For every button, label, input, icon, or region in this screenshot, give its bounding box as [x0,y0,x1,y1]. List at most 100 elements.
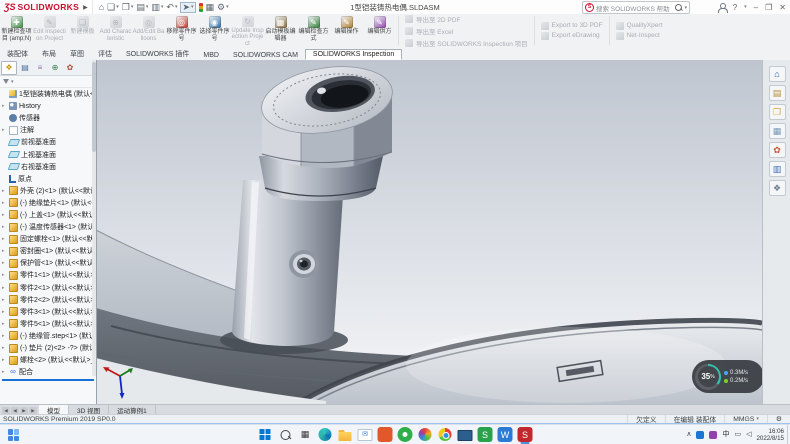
select-balloons-button[interactable]: ◉选择零件序号 [198,14,231,47]
print-icon[interactable]: ▥▾ [151,3,163,12]
tree-item[interactable]: 右视基准面 [0,161,96,173]
expand-arrow-icon[interactable]: ▸ [2,285,7,291]
dropdown-caret-icon[interactable]: ▾ [146,3,149,12]
help-button[interactable]: ? [733,3,737,12]
app-orange-icon[interactable] [378,427,393,442]
expand-arrow-icon[interactable]: ▸ [2,236,7,242]
expand-arrow-icon[interactable]: ▸ [2,103,7,109]
tree-item[interactable]: ▸(-) 绝缘管.step<1> (默认<<默认> [0,330,96,342]
tree-item[interactable]: ▸(-) 上盖<1> (默认<<默认>_显示状 [0,209,96,221]
onedrive-icon[interactable] [696,431,704,439]
edit-operations-button[interactable]: ✎编辑操作 [330,14,363,47]
tree-item[interactable]: 1型铠装铸热电偶 (默认<默认_显示状态-1 [0,88,96,100]
options-icon[interactable]: ⚙▾ [217,3,229,12]
tree-filter-row[interactable]: ▾ [0,76,96,88]
save-icon[interactable]: ▤▾ [136,3,148,12]
display-manager-tab[interactable]: ✿ [63,62,77,74]
tree-item[interactable]: 原点 [0,173,96,185]
hidden-icons-chevron[interactable]: ∧ [686,431,691,439]
tab-scroll-arrow-icon[interactable]: ▶ [20,407,28,414]
remote-monitor-icon[interactable] [458,427,473,442]
filter-caret-icon[interactable]: ▾ [11,79,14,85]
tab-scroll-arrow-icon[interactable]: ▶ [29,407,37,414]
design-library-tab[interactable]: ▤ [769,85,786,101]
tab-草图[interactable]: 草图 [63,48,91,60]
dropdown-caret-icon[interactable]: ▾ [175,3,178,12]
expand-arrow-icon[interactable]: ▸ [2,297,7,303]
security-icon[interactable] [709,431,717,439]
dropdown-caret-icon[interactable]: ▾ [191,3,194,12]
search-caret-icon[interactable]: ▾ [684,5,687,11]
volume-icon[interactable]: ◁ [746,431,751,439]
dropdown-caret-icon[interactable]: ▾ [131,3,134,12]
wps-sheets-icon[interactable]: S [478,427,493,442]
recorder-stats-overlay[interactable]: 35% 0.3M/s 0.2M/s [692,360,762,393]
chrome-icon[interactable] [438,427,453,442]
widgets-button[interactable] [8,429,20,441]
remove-balloons-button[interactable]: ◎移除零件序号 [165,14,198,47]
expand-arrow-icon[interactable]: ▸ [2,309,7,315]
tab-装配体[interactable]: 装配体 [0,48,35,60]
tree-item[interactable]: ▸密封圈<1> (默认<<默认>_显示状 [0,245,96,257]
expand-arrow-icon[interactable]: ▸ [2,357,7,363]
tree-scrollbar[interactable] [92,60,96,376]
propertymanager-tab[interactable]: ▤ [18,62,32,74]
browser-360-icon[interactable] [418,427,433,442]
rollback-bar[interactable] [2,379,94,381]
open-icon[interactable]: ❒▾ [122,3,134,12]
expand-arrow-icon[interactable]: ▸ [2,188,7,194]
tree-item[interactable]: ▸螺栓<2> (默认<<默认>_显示状态 [0,354,96,366]
tab-solidworks-inspection[interactable]: SOLIDWORKS Inspection [305,49,402,60]
tree-item[interactable]: ▸零件3<1> (默认<<默认>_显示状 [0,306,96,318]
expand-arrow-icon[interactable]: ▸ [2,345,7,351]
task-view-button[interactable]: ▦ [298,427,313,442]
file-explorer-tab[interactable]: ❒ [769,104,786,120]
tree-item[interactable]: ▸固定螺栓<1> (默认<<默认>_显示 [0,233,96,245]
tree-item[interactable]: ▸零件1<1> (默认<<默认>_显示状 [0,269,96,281]
status-gear-icon[interactable]: ⚙ [767,415,790,423]
close-button[interactable]: ✕ [779,3,786,12]
touch-keyboard-icon[interactable]: ▭ [734,431,741,439]
mail-icon[interactable]: ✉ [358,427,373,442]
tree-item[interactable]: ▸(-) 绝缘垫片<1> (默认<<默认>_显 [0,197,96,209]
tree-item[interactable]: ▸外壳 (2)<1> (默认<<默认>_显示状 [0,185,96,197]
select-icon[interactable]: ➤▾ [180,2,195,13]
tree-item[interactable]: ▸零件2<2> (默认<<默认>_显示状 [0,294,96,306]
3d-model[interactable] [96,60,762,404]
undo-icon[interactable]: ↶▾ [166,3,177,12]
search-button[interactable] [278,427,293,442]
custom-properties-tab[interactable]: ▥ [769,161,786,177]
home-icon[interactable]: ⌂ [99,3,104,12]
tree-item[interactable]: ▸零件2<1> (默认<<默认>_显示状 [0,282,96,294]
edit-vendors-button[interactable]: ✎编辑供方 [363,14,396,47]
tab-评估[interactable]: 评估 [91,48,119,60]
tab-mbd[interactable]: MBD [196,51,226,60]
featuremanager-tree-tab[interactable]: ❖ [1,61,17,75]
expand-arrow-icon[interactable]: ▸ [2,260,7,266]
start-button[interactable] [258,427,273,442]
expand-arrow-icon[interactable]: ▸ [2,369,7,375]
expand-arrow-icon[interactable]: ▸ [2,333,7,339]
tree-item[interactable]: ▸(-) 温度传感器<1> (默认<<默认>_ [0,221,96,233]
tab-scroll-arrow-icon[interactable]: ◀ [11,407,19,414]
new-inspection-project-button[interactable]: ✚新建检查项目 (amp;N) [0,14,33,47]
expand-arrow-icon[interactable]: ▸ [2,224,7,230]
tab-solidworks-插件[interactable]: SOLIDWORKS 插件 [119,48,196,60]
tree-item[interactable]: ▸零件5<1> (默认<<默认>_显示状 [0,318,96,330]
tree-item[interactable]: 上视基准面 [0,148,96,160]
tree-item[interactable]: 传感器 [0,112,96,124]
expand-arrow-icon[interactable]: ▸ [2,272,7,278]
filter-funnel-icon[interactable] [3,79,9,84]
tab-scroll-arrow-icon[interactable]: ◀ [2,407,10,414]
tree-item[interactable]: ▸History [0,100,96,112]
taskbar-clock[interactable]: 16:062022/8/15 [756,428,784,442]
minimize-button[interactable]: – [754,3,758,12]
dropdown-caret-icon[interactable]: ▾ [226,3,229,12]
search-icon[interactable] [675,4,682,11]
view-palette-tab[interactable]: ▦ [769,123,786,139]
expand-arrow-icon[interactable]: ▸ [2,248,7,254]
restore-button[interactable]: ❐ [765,3,772,12]
tab-布局[interactable]: 布局 [35,48,63,60]
rebuild-icon[interactable] [199,3,203,12]
edge-icon[interactable] [318,427,333,442]
